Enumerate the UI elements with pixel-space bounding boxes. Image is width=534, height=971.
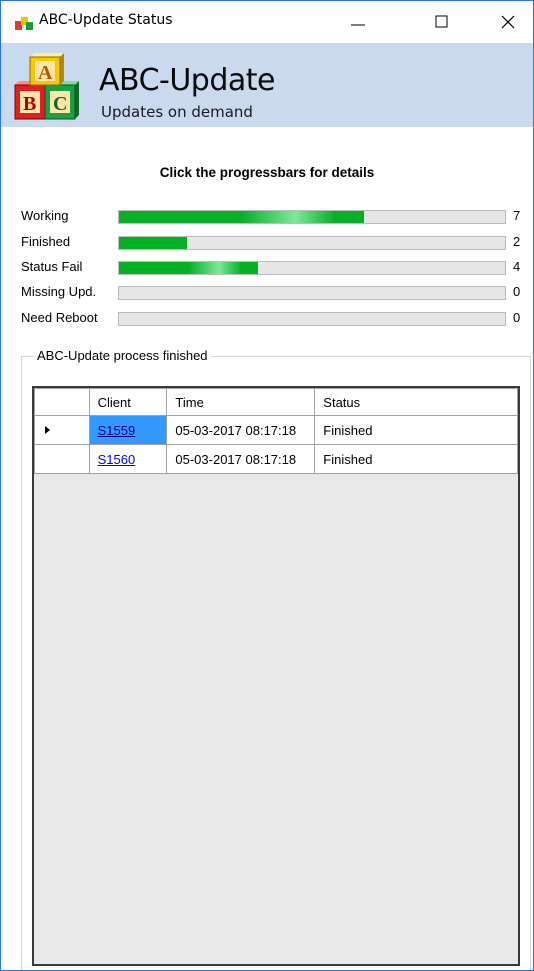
row-header-corner (34, 388, 90, 416)
column-header-client[interactable]: Client (88, 388, 168, 416)
progress-label: Status Fail (21, 259, 83, 274)
groupbox-title: ABC-Update process finished (34, 348, 211, 363)
status-cell[interactable]: Finished (314, 415, 518, 445)
progress-count: 0 (513, 310, 521, 325)
title-bar[interactable]: ABC-Update Status (1, 1, 533, 43)
clients-table: Client Time Status S1559 05-03-2017 08:1… (34, 388, 518, 474)
progress-row-status-fail: Status Fail 4 (21, 259, 521, 275)
maximize-icon (435, 15, 448, 28)
progress-label: Need Reboot (21, 310, 98, 325)
progress-count: 4 (513, 259, 521, 274)
progress-fill (119, 211, 365, 223)
maximize-button[interactable] (419, 1, 465, 43)
column-header-time[interactable]: Time (166, 388, 316, 416)
row-header[interactable] (34, 444, 90, 474)
header-banner: B C A ABC-Update Updates on demand (1, 43, 533, 127)
client-cell[interactable]: S1560 (88, 444, 168, 474)
table-header-row: Client Time Status (34, 388, 518, 416)
progress-label: Missing Upd. (21, 284, 97, 299)
minimize-icon (351, 24, 365, 26)
progress-row-working: Working 7 (21, 208, 521, 224)
time-cell[interactable]: 05-03-2017 08:17:18 (166, 415, 316, 445)
missing-upd-progressbar[interactable] (118, 286, 506, 300)
svg-text:C: C (53, 93, 67, 115)
window-title: ABC-Update Status (39, 12, 173, 28)
need-reboot-progressbar[interactable] (118, 312, 506, 326)
working-progressbar[interactable] (118, 210, 506, 224)
close-icon (501, 15, 515, 29)
minimize-button[interactable] (335, 1, 381, 43)
status-window: ABC-Update Status B C A ABC-Update Updat… (0, 0, 534, 971)
close-button[interactable] (485, 1, 531, 43)
table-row[interactable]: S1559 05-03-2017 08:17:18 Finished (34, 415, 518, 445)
table-row[interactable]: S1560 05-03-2017 08:17:18 Finished (34, 444, 518, 474)
progress-row-need-reboot: Need Reboot 0 (21, 310, 521, 326)
progress-fill (119, 262, 258, 274)
instructions-text: Click the progressbars for details (159, 165, 375, 180)
client-link[interactable]: S1560 (98, 452, 136, 467)
abc-blocks-logo: B C A (14, 53, 79, 120)
abc-blocks-icon (15, 17, 33, 30)
column-header-status[interactable]: Status (314, 388, 518, 416)
current-row-arrow-icon (45, 426, 50, 434)
status-cell[interactable]: Finished (314, 444, 518, 474)
status-fail-progressbar[interactable] (118, 261, 506, 275)
svg-text:B: B (23, 93, 36, 115)
finished-progressbar[interactable] (118, 236, 506, 250)
svg-text:A: A (38, 62, 53, 84)
progress-count: 7 (513, 208, 521, 223)
progress-label: Working (21, 208, 69, 223)
client-cell[interactable]: S1559 (88, 415, 168, 445)
clients-datagrid[interactable]: Client Time Status S1559 05-03-2017 08:1… (32, 386, 520, 966)
progress-row-finished: Finished 2 (21, 234, 521, 250)
progress-row-missing-upd: Missing Upd. 0 (21, 284, 521, 300)
progress-count: 2 (513, 234, 521, 249)
client-link[interactable]: S1559 (98, 423, 136, 438)
progress-label: Finished (21, 234, 71, 249)
time-cell[interactable]: 05-03-2017 08:17:18 (166, 444, 316, 474)
app-name: ABC-Update (99, 63, 276, 98)
app-tagline: Updates on demand (101, 103, 253, 121)
progress-count: 0 (513, 284, 521, 299)
progress-fill (119, 237, 187, 249)
process-groupbox: ABC-Update process finished Client Time … (21, 348, 531, 970)
row-header[interactable] (34, 415, 90, 445)
